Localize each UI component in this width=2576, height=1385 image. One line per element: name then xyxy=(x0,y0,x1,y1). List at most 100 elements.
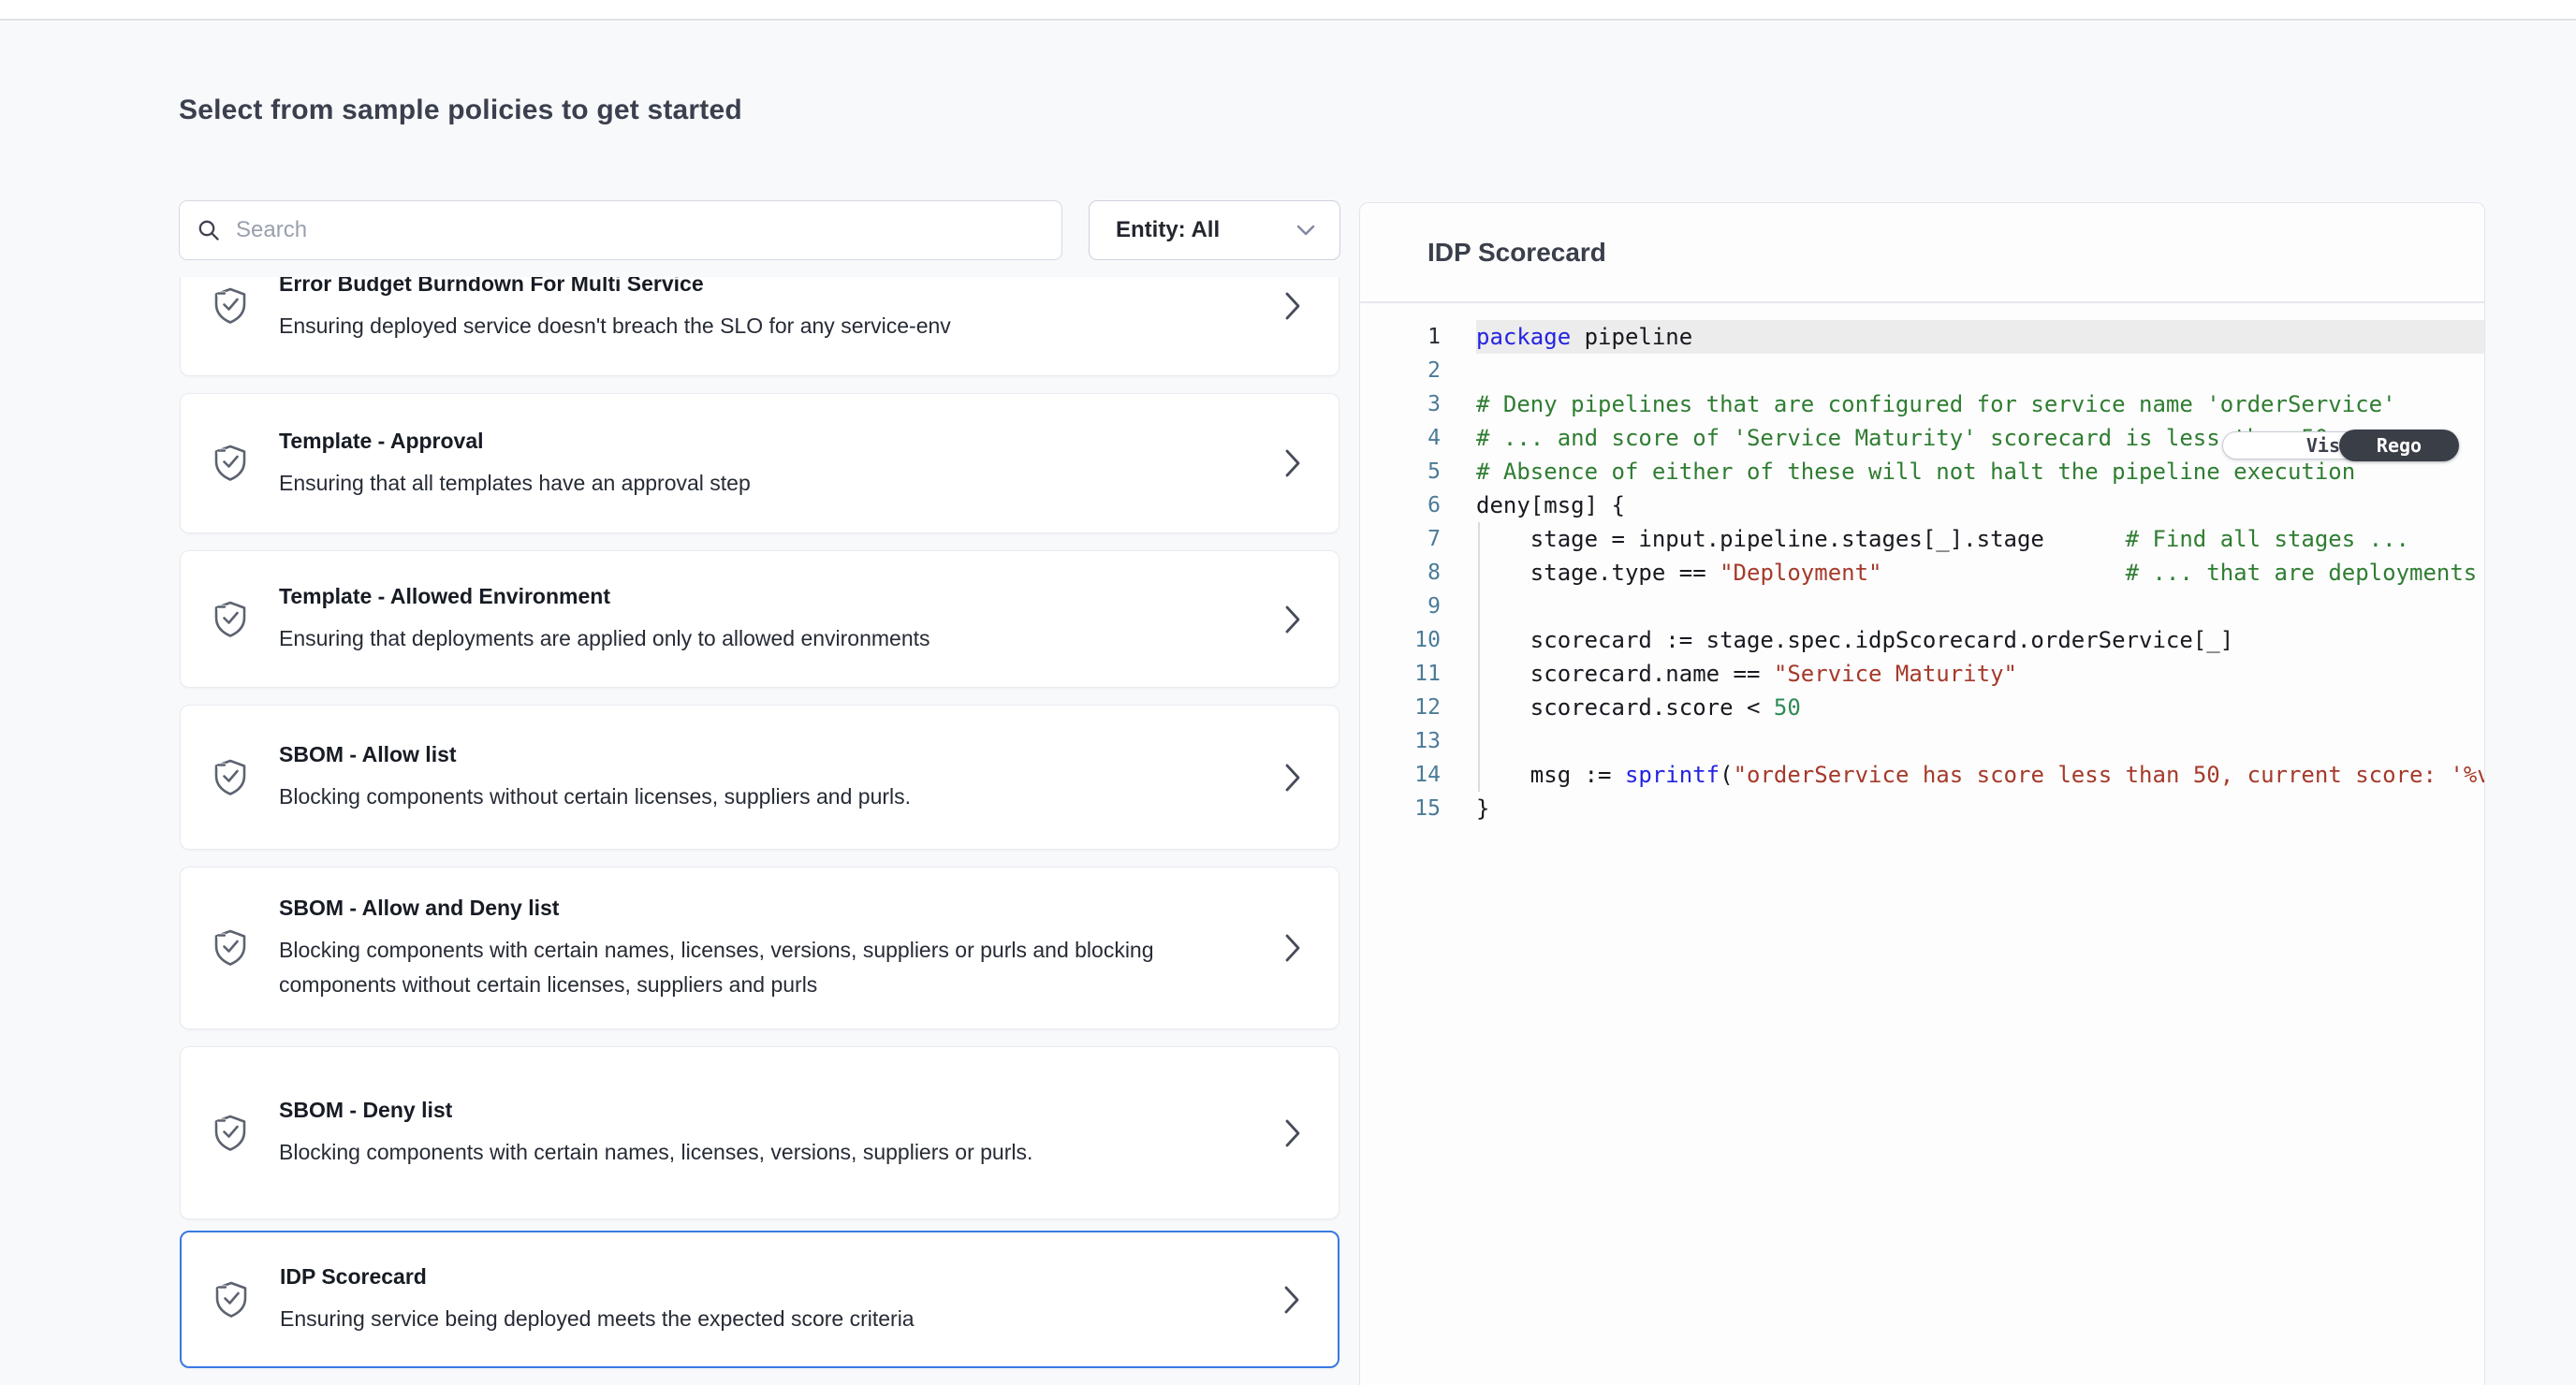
top-window-divider xyxy=(0,0,2576,21)
code-line: 6 deny[msg] { xyxy=(1360,488,2484,522)
code-line: 2 xyxy=(1360,354,2484,387)
code-line: 10 scorecard := stage.spec.idpScorecard.… xyxy=(1360,623,2484,657)
code-line: 8 stage.type == "Deployment" # ... that … xyxy=(1360,556,2484,590)
entity-filter-dropdown[interactable]: Entity: All xyxy=(1089,200,1340,260)
policy-title: SBOM - Allow list xyxy=(279,740,1226,768)
code-line: 7 stage = input.pipeline.stages[_].stage… xyxy=(1360,522,2484,556)
line-number: 4 xyxy=(1360,426,1441,450)
policy-card-text: Error Budget Burndown For Multi Service … xyxy=(279,277,1339,343)
code-text: stage.type == "Deployment" # ... that ar… xyxy=(1476,556,2484,590)
policy-description: Blocking components with certain names, … xyxy=(279,1135,1226,1170)
code-text xyxy=(1476,724,2484,758)
code-text: package pipeline xyxy=(1476,320,2484,354)
policy-description: Blocking components with certain names, … xyxy=(279,933,1226,1002)
policy-title: Error Budget Burndown For Multi Service xyxy=(279,277,1226,298)
shield-check-icon xyxy=(181,600,279,639)
chevron-down-icon xyxy=(1296,225,1315,236)
code-line: 1 package pipeline xyxy=(1360,320,2484,354)
code-text: scorecard.score < 50 xyxy=(1476,691,2484,724)
policy-description: Ensuring service being deployed meets th… xyxy=(280,1302,1225,1336)
policy-card[interactable]: SBOM - Deny list Blocking components wit… xyxy=(180,1046,1339,1219)
search-icon xyxy=(197,218,221,242)
line-number: 3 xyxy=(1360,392,1441,416)
policy-description: Blocking components without certain lice… xyxy=(279,780,1226,814)
code-text: stage = input.pipeline.stages[_].stage #… xyxy=(1476,522,2484,556)
search-input[interactable] xyxy=(236,217,1045,243)
chevron-right-icon[interactable] xyxy=(1283,1232,1300,1366)
code-line: 12 scorecard.score < 50 xyxy=(1360,691,2484,724)
shield-check-icon xyxy=(181,928,279,968)
line-number: 1 xyxy=(1360,325,1441,349)
line-number: 15 xyxy=(1360,796,1441,821)
chevron-right-icon[interactable] xyxy=(1284,867,1301,1028)
line-number: 6 xyxy=(1360,493,1441,518)
toggle-option-rego[interactable]: Rego xyxy=(2339,430,2459,461)
line-number: 7 xyxy=(1360,527,1441,551)
code-text: # Absence of either of these will not ha… xyxy=(1476,455,2484,488)
chevron-right-icon[interactable] xyxy=(1284,394,1301,532)
policy-card-text: IDP Scorecard Ensuring service being dep… xyxy=(280,1262,1338,1336)
code-text: scorecard.name == "Service Maturity" xyxy=(1476,657,2484,691)
line-number: 12 xyxy=(1360,695,1441,720)
line-number: 14 xyxy=(1360,763,1441,787)
policy-title: SBOM - Allow and Deny list xyxy=(279,894,1226,922)
policy-samples-screen: Select from sample policies to get start… xyxy=(0,0,2576,1385)
line-number: 2 xyxy=(1360,358,1441,383)
line-number: 10 xyxy=(1360,628,1441,652)
entity-filter-label: Entity: All xyxy=(1116,217,1220,243)
policy-list: Error Budget Burndown For Multi Service … xyxy=(179,277,1340,1385)
code-line: 14 msg := sprintf("orderService has scor… xyxy=(1360,758,2484,792)
code-line: 5 # Absence of either of these will not h… xyxy=(1360,455,2484,488)
code-line: 15} xyxy=(1360,792,2484,825)
chevron-right-icon[interactable] xyxy=(1284,551,1301,687)
shield-check-icon xyxy=(181,1114,279,1153)
line-number: 13 xyxy=(1360,729,1441,753)
page-title: Select from sample policies to get start… xyxy=(179,93,742,128)
policy-card[interactable]: SBOM - Allow list Blocking components wi… xyxy=(180,705,1339,850)
code-line: 9 xyxy=(1360,590,2484,623)
search-box[interactable] xyxy=(179,200,1062,260)
shield-check-icon xyxy=(181,444,279,483)
visual-rego-toggle[interactable]: Visual Rego xyxy=(2222,431,2458,459)
code-text: } xyxy=(1476,792,2484,825)
policy-card-text: SBOM - Deny list Blocking components wit… xyxy=(279,1096,1339,1170)
policy-preview-panel: IDP Scorecard 1 package pipeline 2 3 # Deny … xyxy=(1359,202,2485,1385)
code-text: deny[msg] { xyxy=(1476,488,2484,522)
line-number: 5 xyxy=(1360,459,1441,484)
policy-description: Ensuring that deployments are applied on… xyxy=(279,621,1226,656)
preview-title: IDP Scorecard xyxy=(1427,238,1606,268)
policy-card[interactable]: Template - Allowed Environment Ensuring … xyxy=(180,550,1339,688)
policy-card[interactable]: SBOM - Allow and Deny list Blocking comp… xyxy=(180,867,1339,1029)
line-number: 11 xyxy=(1360,662,1441,686)
line-number: 8 xyxy=(1360,561,1441,585)
policy-card-text: SBOM - Allow list Blocking components wi… xyxy=(279,740,1339,814)
shield-check-icon xyxy=(181,758,279,797)
code-text: msg := sprintf("orderService has score l… xyxy=(1476,758,2484,792)
rego-code-editor[interactable]: 1 package pipeline 2 3 # Deny pipelines that… xyxy=(1360,303,2484,825)
code-text xyxy=(1476,354,2484,387)
policy-card-text: SBOM - Allow and Deny list Blocking comp… xyxy=(279,894,1339,1002)
chevron-right-icon[interactable] xyxy=(1284,277,1301,375)
chevron-right-icon[interactable] xyxy=(1284,1047,1301,1218)
code-text: # Deny pipelines that are configured for… xyxy=(1476,387,2484,421)
policy-title: Template - Approval xyxy=(279,427,1226,455)
policy-description: Ensuring that all templates have an appr… xyxy=(279,466,1226,501)
policy-title: SBOM - Deny list xyxy=(279,1096,1226,1124)
code-line: 11 scorecard.name == "Service Maturity" xyxy=(1360,657,2484,691)
policy-card-text: Template - Allowed Environment Ensuring … xyxy=(279,582,1339,656)
chevron-right-icon[interactable] xyxy=(1284,706,1301,849)
code-line: 13 xyxy=(1360,724,2484,758)
policy-description: Ensuring deployed service doesn't breach… xyxy=(279,309,1226,343)
indent-guide xyxy=(1478,522,1480,792)
policy-title: IDP Scorecard xyxy=(280,1262,1225,1290)
policy-card[interactable]: IDP Scorecard Ensuring service being dep… xyxy=(180,1231,1339,1368)
shield-check-icon xyxy=(182,1280,280,1319)
preview-header: IDP Scorecard xyxy=(1360,203,2484,303)
policy-card[interactable]: Error Budget Burndown For Multi Service … xyxy=(180,277,1339,376)
code-line: 3 # Deny pipelines that are configured fo… xyxy=(1360,387,2484,421)
line-number: 9 xyxy=(1360,594,1441,619)
code-text xyxy=(1476,590,2484,623)
shield-check-icon xyxy=(181,286,279,326)
policy-card[interactable]: Template - Approval Ensuring that all te… xyxy=(180,393,1339,533)
policy-title: Template - Allowed Environment xyxy=(279,582,1226,610)
